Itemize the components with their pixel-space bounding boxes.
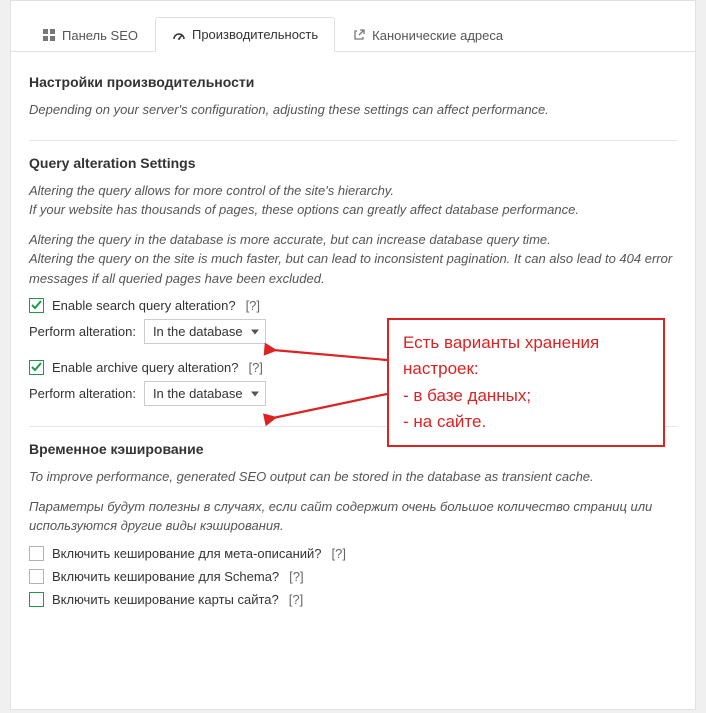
annotation-line: - в базе данных;: [403, 383, 645, 409]
annotation-line: настроек:: [403, 356, 645, 382]
enable-search-checkbox[interactable]: [29, 298, 44, 313]
cache-meta-checkbox[interactable]: [29, 546, 44, 561]
tab-label: Панель SEO: [62, 28, 138, 43]
cache-sitemap-checkbox[interactable]: [29, 592, 44, 607]
help-icon[interactable]: [?]: [332, 546, 346, 561]
perform-label: Perform alteration:: [29, 324, 136, 339]
help-icon[interactable]: [?]: [246, 298, 260, 313]
cache-meta-label: Включить кеширование для мета-описаний?: [52, 546, 322, 561]
help-icon[interactable]: [?]: [289, 592, 303, 607]
enable-search-row: Enable search query alteration? [?]: [29, 298, 677, 313]
perf-settings-heading: Настройки производительности: [29, 74, 677, 90]
text-line: If your website has thousands of pages, …: [29, 202, 579, 217]
cache-desc-2: Параметры будут полезны в случаях, если …: [29, 497, 677, 536]
enable-archive-label: Enable archive query alteration?: [52, 360, 238, 375]
perform-alteration-select-2[interactable]: In the database: [144, 381, 266, 406]
tabs-bar: Панель SEO Производительность Каноническ…: [11, 6, 695, 52]
query-settings-heading: Query alteration Settings: [29, 155, 677, 171]
cache-sitemap-label: Включить кеширование карты сайта?: [52, 592, 279, 607]
perform-alteration-select-1[interactable]: In the database: [144, 319, 266, 344]
enable-search-label: Enable search query alteration?: [52, 298, 236, 313]
annotation-line: Есть варианты хранения: [403, 330, 645, 356]
chevron-down-icon: [251, 391, 259, 396]
tab-seo-panel[interactable]: Панель SEO: [25, 17, 155, 52]
cache-schema-checkbox[interactable]: [29, 569, 44, 584]
annotation-line: - на сайте.: [403, 409, 645, 435]
perf-settings-desc: Depending on your server's configuration…: [29, 100, 677, 120]
tab-performance[interactable]: Производительность: [155, 17, 335, 52]
query-desc-1: Altering the query allows for more contr…: [29, 181, 677, 220]
help-icon[interactable]: [?]: [289, 569, 303, 584]
annotation-box: Есть варианты хранения настроек: - в баз…: [387, 318, 665, 447]
help-icon[interactable]: [?]: [248, 360, 262, 375]
text-line: Altering the query on the site is much f…: [29, 251, 672, 286]
select-value: In the database: [153, 324, 243, 339]
gauge-icon: [172, 28, 186, 42]
cache-meta-row: Включить кеширование для мета-описаний? …: [29, 546, 677, 561]
enable-archive-checkbox[interactable]: [29, 360, 44, 375]
cache-desc-1: To improve performance, generated SEO ou…: [29, 467, 677, 487]
settings-panel: Панель SEO Производительность Каноническ…: [10, 0, 696, 710]
query-desc-2: Altering the query in the database is mo…: [29, 230, 677, 289]
tab-label: Производительность: [192, 27, 318, 42]
text-line: Altering the query allows for more contr…: [29, 183, 394, 198]
text-line: Altering the query in the database is mo…: [29, 232, 551, 247]
select-value: In the database: [153, 386, 243, 401]
tab-label: Канонические адреса: [372, 28, 503, 43]
chevron-down-icon: [251, 329, 259, 334]
grid-icon: [42, 28, 56, 42]
cache-schema-label: Включить кеширование для Schema?: [52, 569, 279, 584]
perform-label: Perform alteration:: [29, 386, 136, 401]
external-link-icon: [352, 28, 366, 42]
cache-schema-row: Включить кеширование для Schema? [?]: [29, 569, 677, 584]
divider: [29, 140, 677, 141]
cache-sitemap-row: Включить кеширование карты сайта? [?]: [29, 592, 677, 607]
tab-canonical[interactable]: Канонические адреса: [335, 17, 520, 52]
